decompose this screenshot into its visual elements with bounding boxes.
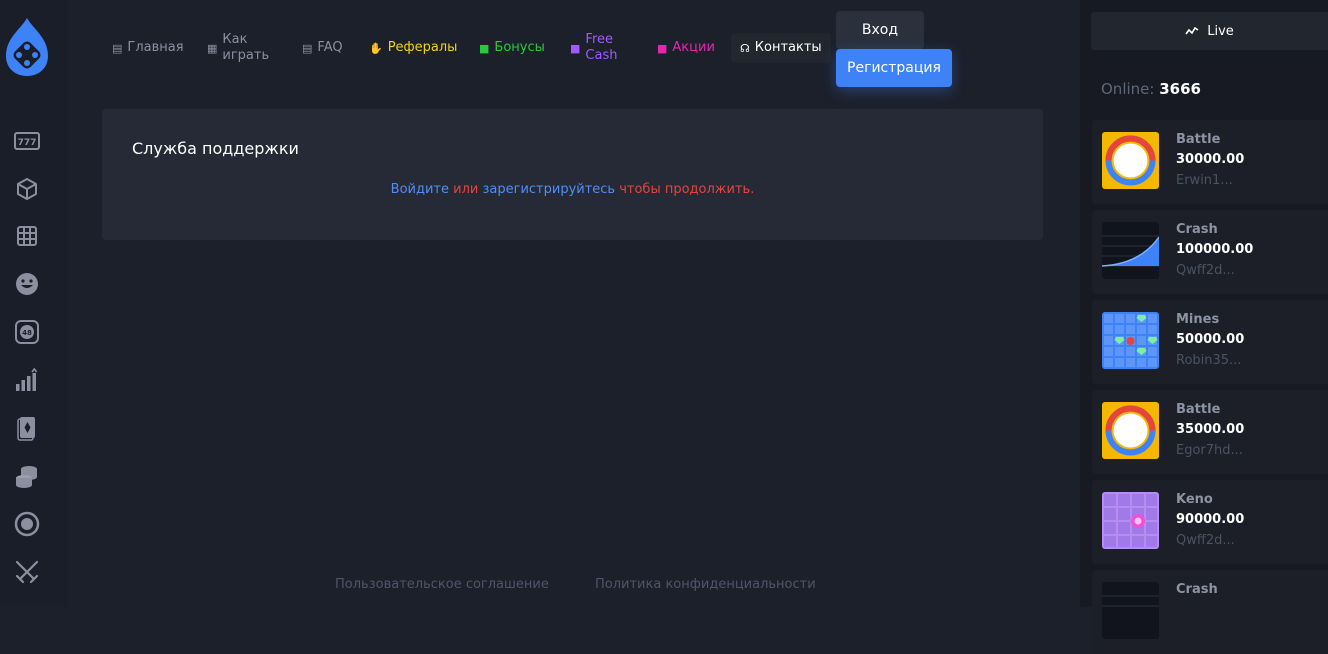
coins-stack-icon[interactable] bbox=[13, 462, 41, 490]
smiley-icon[interactable] bbox=[13, 270, 41, 298]
feed-item[interactable]: Battle 35000.00 Egor7hd... bbox=[1092, 390, 1328, 474]
feed-item[interactable]: Crash 100000.00 Qwff2d... bbox=[1092, 210, 1328, 294]
crash-thumb-icon bbox=[1102, 222, 1159, 279]
keno-ball-icon[interactable]: 48 bbox=[13, 318, 41, 346]
nav-bonuses[interactable]: ■ Бонусы bbox=[479, 40, 545, 56]
live-panel: Live Online: 3666 Battle 30000.00 Erwin1… bbox=[1080, 0, 1328, 654]
feed-game: Battle bbox=[1176, 402, 1221, 417]
cards-icon[interactable] bbox=[13, 414, 41, 442]
online-count: 3666 bbox=[1159, 80, 1201, 98]
battle-thumb-icon bbox=[1102, 132, 1159, 189]
nav-home-label: Главная bbox=[127, 40, 184, 55]
slots-icon: ▤ bbox=[112, 41, 123, 55]
feed-game: Mines bbox=[1176, 312, 1220, 327]
book-icon: ▦ bbox=[207, 41, 218, 55]
continue-text: чтобы продолжить. bbox=[615, 182, 755, 197]
register-button[interactable]: Регистрация bbox=[836, 49, 952, 87]
pulse-icon bbox=[1185, 26, 1199, 35]
target-circle-icon[interactable] bbox=[13, 510, 41, 538]
nav-freecash[interactable]: ■ Free Cash bbox=[570, 32, 625, 64]
feed-game: Battle bbox=[1176, 132, 1221, 147]
nav-howto[interactable]: ▦ Как играть bbox=[207, 32, 272, 64]
gift-icon: ■ bbox=[570, 41, 581, 55]
keno-thumb-icon bbox=[1102, 492, 1159, 549]
nav-bonuses-label: Бонусы bbox=[494, 40, 545, 55]
or-text: или bbox=[449, 182, 483, 197]
auth-prompt: Войдите или зарегистрируйтесь чтобы прод… bbox=[102, 182, 1043, 197]
nav-howto-label: Как играть bbox=[222, 32, 270, 63]
login-link[interactable]: Войдите bbox=[391, 182, 449, 197]
feed-item[interactable]: Battle 30000.00 Erwin1... bbox=[1092, 120, 1328, 204]
cube-icon[interactable] bbox=[13, 175, 41, 203]
nav-contacts-label: Контакты bbox=[754, 40, 822, 55]
slots-777-icon[interactable]: 777 bbox=[13, 127, 41, 155]
headset-icon: ☊ bbox=[740, 41, 750, 55]
support-title: Служба поддержки bbox=[132, 139, 299, 158]
mines-thumb-icon bbox=[1102, 312, 1159, 369]
terms-link[interactable]: Пользовательское соглашение bbox=[335, 577, 549, 592]
battle-thumb-icon bbox=[1102, 402, 1159, 459]
live-tab-label: Live bbox=[1207, 23, 1234, 39]
crossed-swords-icon[interactable] bbox=[13, 558, 41, 586]
grid-icon[interactable] bbox=[13, 222, 41, 250]
support-card: Служба поддержки Войдите или зарегистрир… bbox=[102, 109, 1043, 240]
nav-referrals-label: Рефералы bbox=[387, 40, 458, 55]
logo-icon[interactable] bbox=[4, 16, 50, 78]
nav-promos[interactable]: ■ Акции bbox=[657, 40, 715, 56]
feed-user: Qwff2d... bbox=[1176, 533, 1235, 548]
svg-text:48: 48 bbox=[22, 329, 32, 337]
online-counter: Online: 3666 bbox=[1101, 80, 1201, 98]
feed-item[interactable]: Keno 90000.00 Qwff2d... bbox=[1092, 480, 1328, 564]
nav-freecash-label: Free Cash bbox=[585, 32, 618, 63]
feed-amount: 30000.00 bbox=[1176, 152, 1245, 167]
nav-promos-label: Акции bbox=[672, 40, 715, 55]
feed-amount: 100000.00 bbox=[1176, 242, 1254, 257]
feed-amount: 35000.00 bbox=[1176, 422, 1245, 437]
bars-chart-icon[interactable] bbox=[13, 366, 41, 394]
nav-home[interactable]: ▤ Главная bbox=[112, 40, 184, 56]
main-area bbox=[68, 0, 1080, 607]
list-icon: ▤ bbox=[302, 41, 313, 55]
nav-faq[interactable]: ▤ FAQ bbox=[302, 40, 343, 56]
nav-referrals[interactable]: ✋ Рефералы bbox=[369, 40, 457, 56]
online-label: Online: bbox=[1101, 80, 1155, 98]
feed-user: Qwff2d... bbox=[1176, 263, 1235, 278]
feed-game: Keno bbox=[1176, 492, 1213, 507]
left-sidebar: 777 48 bbox=[0, 0, 68, 607]
feed-user: Egor7hd... bbox=[1176, 443, 1243, 458]
register-link[interactable]: зарегистрируйтесь bbox=[482, 182, 615, 197]
feed-amount: 90000.00 bbox=[1176, 512, 1245, 527]
feed-item[interactable]: Crash bbox=[1092, 570, 1328, 654]
gift-icon: ■ bbox=[657, 41, 668, 55]
feed-user: Robin35... bbox=[1176, 353, 1242, 368]
feed-amount: 50000.00 bbox=[1176, 332, 1245, 347]
feed-game: Crash bbox=[1176, 582, 1218, 597]
gift-icon: ■ bbox=[479, 41, 490, 55]
crash-thumb-icon bbox=[1102, 582, 1159, 639]
feed-user: Erwin1... bbox=[1176, 173, 1233, 188]
privacy-link[interactable]: Политика конфиденциальности bbox=[595, 577, 816, 592]
svg-text:777: 777 bbox=[18, 138, 37, 148]
live-tab[interactable]: Live bbox=[1091, 12, 1328, 50]
feed-game: Crash bbox=[1176, 222, 1218, 237]
login-button[interactable]: Вход bbox=[836, 11, 924, 49]
handshake-icon: ✋ bbox=[369, 41, 383, 55]
nav-contacts[interactable]: ☊ Контакты bbox=[731, 33, 831, 63]
feed-item[interactable]: Mines 50000.00 Robin35... bbox=[1092, 300, 1328, 384]
nav-faq-label: FAQ bbox=[317, 40, 343, 55]
